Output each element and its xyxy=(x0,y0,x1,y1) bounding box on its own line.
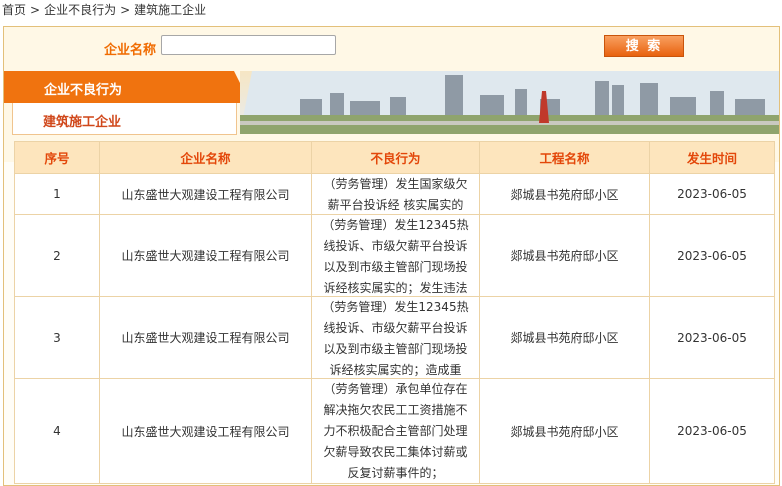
header-project: 工程名称 xyxy=(479,141,650,174)
breadcrumb: 首页 > 企业不良行为 > 建筑施工企业 xyxy=(2,2,206,18)
breadcrumb-home[interactable]: 首页 xyxy=(2,3,26,17)
row-company: 山东盛世大观建设工程有限公司 xyxy=(99,214,312,297)
header-no: 序号 xyxy=(14,141,100,174)
row-no: 2 xyxy=(14,214,100,297)
row-company: 山东盛世大观建设工程有限公司 xyxy=(99,296,312,379)
row-behavior-text: （劳务管理）发生12345热线投诉、市级欠薪平台投诉以及到市级主管部门现场投诉经… xyxy=(322,300,469,377)
tab-bad-behavior[interactable]: 企业不良行为 xyxy=(4,71,234,103)
table-row: 1 山东盛世大观建设工程有限公司 （劳务管理）发生国家级欠薪平台投诉经 核实属实… xyxy=(14,173,775,215)
table-row: 2 山东盛世大观建设工程有限公司 （劳务管理）发生12345热线投诉、市级欠薪平… xyxy=(14,214,775,297)
row-behavior: （劳务管理）发生12345热线投诉、市级欠薪平台投诉以及到市级主管部门现场投诉经… xyxy=(311,296,480,379)
row-no: 4 xyxy=(14,378,100,484)
row-behavior: （劳务管理）发生国家级欠薪平台投诉经 核实属实的 xyxy=(311,173,480,215)
row-date: 2023-06-05 xyxy=(649,173,775,215)
row-project: 郯城县书苑府邸小区 xyxy=(479,214,650,297)
breadcrumb-separator: > xyxy=(120,3,131,17)
row-behavior: （劳务管理）发生12345热线投诉、市级欠薪平台投诉以及到市级主管部门现场投诉经… xyxy=(311,214,480,297)
row-project: 郯城县书苑府邸小区 xyxy=(479,173,650,215)
breadcrumb-separator: > xyxy=(30,3,41,17)
tab-construction-company-label: 建筑施工企业 xyxy=(43,115,122,130)
header-company: 企业名称 xyxy=(99,141,312,174)
row-behavior: （劳务管理）承包单位存在解决拖欠农民工工资措施不力不积极配合主管部门处理欠薪导致… xyxy=(311,378,480,484)
content-frame: 企业名称 搜 索 企业不良行为 建筑施工企业 序号 企业名称 不良行为 工程名称… xyxy=(3,26,780,486)
table-row: 4 山东盛世大观建设工程有限公司 （劳务管理）承包单位存在解决拖欠农民工工资措施… xyxy=(14,378,775,484)
row-date: 2023-06-05 xyxy=(649,378,775,484)
search-button[interactable]: 搜 索 xyxy=(604,35,684,57)
breadcrumb-current: 建筑施工企业 xyxy=(134,3,207,17)
company-name-input[interactable] xyxy=(161,35,336,55)
row-behavior-text: （劳务管理）承包单位存在解决拖欠农民工工资措施不力不积极配合主管部门处理欠薪导致… xyxy=(323,382,468,480)
tab-bad-behavior-label: 企业不良行为 xyxy=(44,83,123,98)
search-bar: 企业名称 搜 索 xyxy=(4,27,779,67)
row-behavior-text: （劳务管理）发生国家级欠薪平台投诉经 核实属实的 xyxy=(323,177,468,212)
bad-behavior-table: 序号 企业名称 不良行为 工程名称 发生时间 1 山东盛世大观建设工程有限公司 … xyxy=(14,141,775,484)
row-date: 2023-06-05 xyxy=(649,214,775,297)
row-project: 郯城县书苑府邸小区 xyxy=(479,296,650,379)
header-date: 发生时间 xyxy=(649,141,775,174)
tab-construction-company[interactable]: 建筑施工企业 xyxy=(12,103,237,135)
city-skyline-image xyxy=(240,71,779,134)
row-no: 3 xyxy=(14,296,100,379)
row-company: 山东盛世大观建设工程有限公司 xyxy=(99,173,312,215)
table-header-row: 序号 企业名称 不良行为 工程名称 发生时间 xyxy=(14,141,775,174)
row-project: 郯城县书苑府邸小区 xyxy=(479,378,650,484)
table-row: 3 山东盛世大观建设工程有限公司 （劳务管理）发生12345热线投诉、市级欠薪平… xyxy=(14,296,775,379)
row-no: 1 xyxy=(14,173,100,215)
row-company: 山东盛世大观建设工程有限公司 xyxy=(99,378,312,484)
company-name-label: 企业名称 xyxy=(104,43,157,58)
breadcrumb-bad-behavior[interactable]: 企业不良行为 xyxy=(44,3,116,17)
row-date: 2023-06-05 xyxy=(649,296,775,379)
row-behavior-text: （劳务管理）发生12345热线投诉、市级欠薪平台投诉以及到市级主管部门现场投诉经… xyxy=(322,218,469,295)
header-behavior: 不良行为 xyxy=(311,141,480,174)
